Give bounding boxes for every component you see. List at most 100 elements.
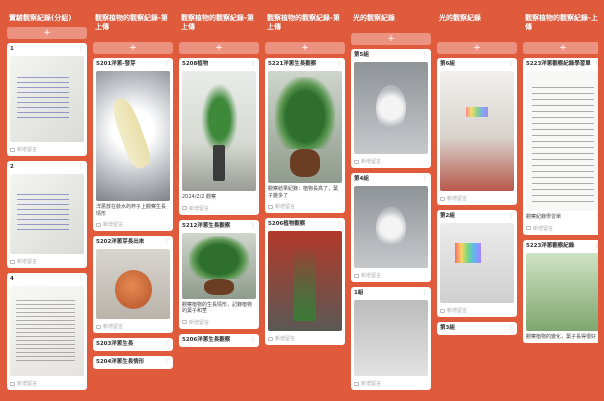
post-card[interactable]: 5202洋蔥芽長出來 ⋮ 新增留言 — [93, 236, 173, 333]
more-vertical-icon[interactable]: ⋮ — [164, 358, 170, 365]
post-photo[interactable] — [268, 71, 342, 183]
add-comment-button[interactable]: 新增留言 — [440, 195, 514, 202]
add-comment-button[interactable]: 新增留言 — [268, 203, 342, 210]
post-photo[interactable] — [96, 71, 170, 201]
more-vertical-icon[interactable]: ⋮ — [594, 242, 598, 249]
post-title: 第6組 — [440, 61, 455, 67]
post-title: 第3組 — [440, 325, 455, 331]
post-caption: 2024/2/2 觀察 — [182, 194, 217, 200]
post-photo[interactable] — [96, 249, 170, 319]
add-comment-button[interactable]: 新增留言 — [96, 221, 170, 228]
column-title[interactable]: 實驗觀察紀錄(分組) — [6, 6, 88, 25]
more-vertical-icon[interactable]: ⋮ — [78, 45, 84, 52]
post-photo[interactable] — [182, 71, 256, 191]
post-card[interactable]: 4 ⋮ 新增留言 — [7, 273, 87, 390]
add-post-button[interactable]: + — [179, 42, 259, 54]
post-photo[interactable] — [526, 71, 598, 211]
add-post-button[interactable]: + — [7, 27, 87, 39]
post-photo[interactable] — [354, 186, 428, 268]
column-title[interactable]: 觀察植物的觀察紀錄-第上傳 — [178, 6, 260, 40]
post-card[interactable]: 第6組 ⋮ 新增留言 — [437, 58, 517, 205]
add-comment-button[interactable]: 新增留言 — [10, 258, 84, 265]
post-photo[interactable] — [10, 56, 84, 142]
add-comment-button[interactable]: 新增留言 — [440, 307, 514, 314]
comment-icon — [10, 147, 15, 152]
more-vertical-icon[interactable]: ⋮ — [422, 175, 428, 182]
post-photo[interactable] — [10, 174, 84, 254]
post-card[interactable]: 第5組 ⋮ 新增留言 — [351, 49, 431, 168]
add-comment-label: 新增留言 — [447, 308, 468, 314]
column-title[interactable]: 觀察植物的觀察紀錄-第上傳 — [264, 6, 346, 40]
more-vertical-icon[interactable]: ⋮ — [508, 324, 514, 331]
post-card[interactable]: 5212洋蔥生長觀察 ⋮ 觀察植物的生長情形，記錄植物的葉子和莖 新增留言 — [179, 219, 259, 329]
post-card[interactable]: 第4組 ⋮ 新增留言 — [351, 173, 431, 282]
add-post-button[interactable]: + — [265, 42, 345, 54]
more-vertical-icon[interactable]: ⋮ — [164, 340, 170, 347]
post-photo[interactable] — [182, 232, 256, 299]
post-title: 5223洋蔥觀察紀錄學習單 — [526, 61, 591, 67]
post-card[interactable]: 5223洋蔥觀察紀錄 ⋮ 觀察植物的變化，葉子長得很好 — [523, 239, 598, 343]
post-caption: 洋蔥放在裝水的杯子上觀察生長情形 — [96, 204, 167, 217]
post-title: 5212洋蔥生長觀察 — [182, 222, 231, 229]
post-card[interactable]: 第3組 ⋮ — [437, 322, 517, 335]
more-vertical-icon[interactable]: ⋮ — [508, 60, 514, 67]
more-vertical-icon[interactable]: ⋮ — [508, 212, 514, 219]
post-card[interactable]: 5206洋蔥生長觀察 ⋮ — [179, 333, 259, 347]
more-vertical-icon[interactable]: ⋮ — [164, 60, 170, 67]
add-comment-button[interactable]: 新增留言 — [526, 225, 598, 232]
more-vertical-icon[interactable]: ⋮ — [250, 336, 256, 343]
more-vertical-icon[interactable]: ⋮ — [336, 220, 342, 227]
add-comment-label: 新增留言 — [103, 324, 124, 330]
post-card[interactable]: 5201洋蔥-發芽 ⋮ 洋蔥放在裝水的杯子上觀察生長情形 新增留言 — [93, 58, 173, 231]
column-title[interactable]: 觀察植物的觀察紀錄-第上傳 — [92, 6, 174, 40]
add-comment-button[interactable]: 新增留言 — [354, 380, 428, 387]
add-comment-label: 新增留言 — [447, 196, 468, 202]
post-card[interactable]: 2 ⋮ 新增留言 — [7, 161, 87, 268]
post-card[interactable]: 1 ⋮ 新增留言 — [7, 43, 87, 156]
add-post-button[interactable]: + — [437, 42, 517, 54]
add-comment-button[interactable]: 新增留言 — [182, 205, 256, 212]
post-photo[interactable] — [268, 231, 342, 331]
add-comment-button[interactable]: 新增留言 — [182, 319, 256, 326]
more-vertical-icon[interactable]: ⋮ — [594, 60, 598, 67]
more-vertical-icon[interactable]: ⋮ — [336, 60, 342, 67]
add-comment-label: 新增留言 — [361, 273, 382, 279]
column-title[interactable]: 光的觀察紀錄 — [436, 6, 518, 40]
comment-icon — [354, 159, 359, 164]
add-comment-button[interactable]: 新增留言 — [10, 380, 84, 387]
more-vertical-icon[interactable]: ⋮ — [250, 60, 256, 67]
add-post-button[interactable]: + — [351, 33, 431, 45]
post-card[interactable]: 5204洋蔥生長情形 ⋮ — [93, 356, 173, 369]
add-comment-button[interactable]: 新增留言 — [354, 158, 428, 165]
comment-icon — [10, 381, 15, 386]
add-comment-button[interactable]: 新增留言 — [96, 323, 170, 330]
column-0: 實驗觀察紀錄(分組) +1 ⋮ 新增留言 2 ⋮ 新增留言 4 ⋮ 新增留言 — [6, 6, 88, 395]
column-title[interactable]: 光的觀察紀錄 — [350, 6, 432, 31]
more-vertical-icon[interactable]: ⋮ — [78, 275, 84, 282]
post-card[interactable]: 5206植物觀察 ⋮ 新增留言 — [265, 218, 345, 345]
add-comment-button[interactable]: 新增留言 — [354, 272, 428, 279]
more-vertical-icon[interactable]: ⋮ — [164, 238, 170, 245]
more-vertical-icon[interactable]: ⋮ — [250, 222, 256, 229]
post-card[interactable]: 1組 ⋮ 新增留言 — [351, 287, 431, 390]
post-card[interactable]: 第2組 ⋮ 新增留言 — [437, 210, 517, 317]
post-photo[interactable] — [10, 286, 84, 376]
post-photo[interactable] — [440, 71, 514, 191]
more-vertical-icon[interactable]: ⋮ — [422, 289, 428, 296]
post-card[interactable]: 5223洋蔥觀察紀錄學習單 ⋮ 觀察紀錄學習單 新增留言 — [523, 58, 598, 235]
post-photo[interactable] — [440, 223, 514, 303]
column-title[interactable]: 觀察植物的觀察紀錄-上傳 — [522, 6, 598, 40]
column-5: 光的觀察紀錄 + 第6組 ⋮ 新增留言 第2組 ⋮ 新增留言 第3組 ⋮ — [436, 6, 518, 395]
more-vertical-icon[interactable]: ⋮ — [78, 163, 84, 170]
post-photo[interactable] — [526, 252, 598, 331]
add-post-button[interactable]: + — [523, 42, 598, 54]
post-card[interactable]: 5221洋蔥生長觀察 ⋮ 觀察結果紀錄：植物長高了，葉子變多了 新增留言 — [265, 58, 345, 213]
post-photo[interactable] — [354, 300, 428, 376]
add-comment-button[interactable]: 新增留言 — [268, 335, 342, 342]
post-card[interactable]: 5208植物 ⋮ 2024/2/2 觀察 新增留言 — [179, 58, 259, 215]
add-comment-button[interactable]: 新增留言 — [10, 146, 84, 153]
post-card[interactable]: 5203洋蔥生長 ⋮ — [93, 338, 173, 351]
post-photo[interactable] — [354, 62, 428, 154]
add-post-button[interactable]: + — [93, 42, 173, 54]
more-vertical-icon[interactable]: ⋮ — [422, 51, 428, 58]
